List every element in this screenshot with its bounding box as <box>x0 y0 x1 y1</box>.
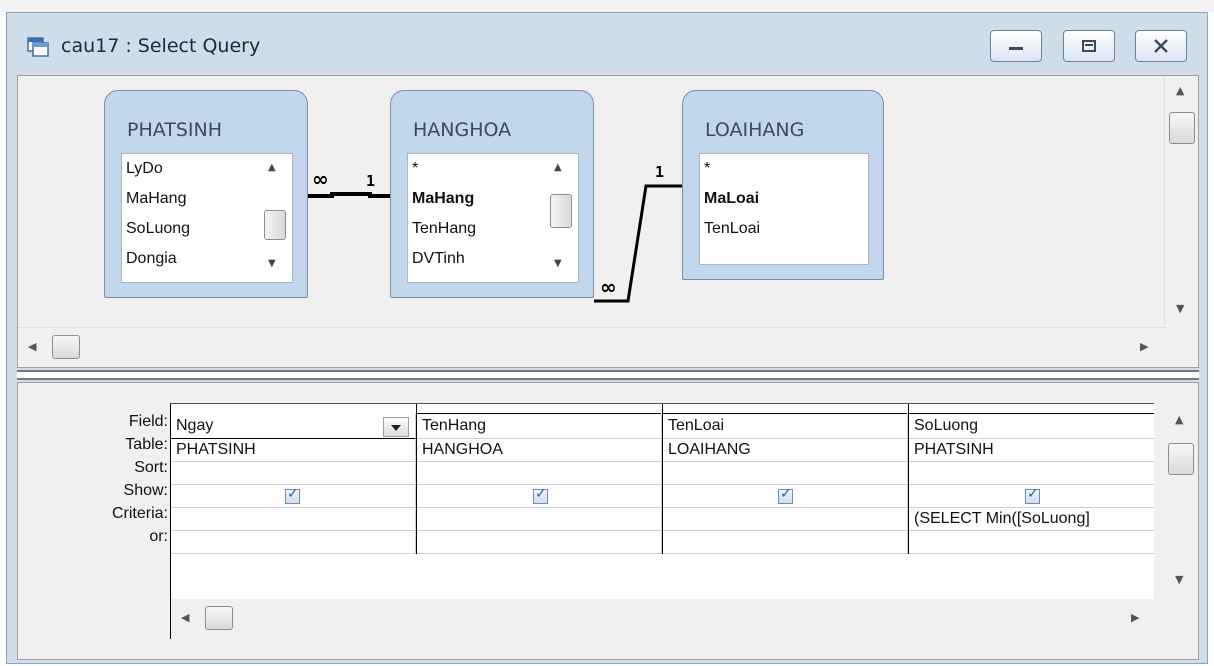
table-name-loaihang: LOAIHANG <box>705 119 805 141</box>
join-label-one-1: 1 <box>366 172 375 190</box>
join-label-many-1: ∞ <box>312 167 329 191</box>
field-cell[interactable]: Ngay <box>171 413 416 439</box>
grid-vertical-scrollbar[interactable]: ▲ ▼ <box>1164 403 1198 599</box>
design-vertical-scrollbar[interactable]: ▲ ▼ <box>1164 76 1198 326</box>
row-label-table: Table: <box>125 436 168 453</box>
query-grid-pane: Field: Table: Sort: Show: Criteria: or: … <box>17 382 1199 660</box>
show-checkbox[interactable] <box>778 486 793 504</box>
background-strip <box>0 0 1214 12</box>
scroll-up-icon[interactable]: ▲ <box>554 162 562 173</box>
or-cell[interactable] <box>171 531 416 554</box>
query-icon <box>27 37 49 57</box>
restore-icon <box>1082 40 1096 52</box>
show-checkbox[interactable] <box>285 486 300 504</box>
field-cell[interactable]: SoLuong <box>909 413 1154 439</box>
table-box-phatsinh[interactable]: PHATSINH LyDo MaHang SoLuong Dongia ▲ ▼ <box>104 90 308 298</box>
field-list-scrollbar[interactable]: ▲ ▼ <box>258 154 292 282</box>
chevron-down-icon <box>391 425 401 431</box>
show-checkbox[interactable] <box>533 486 548 504</box>
row-label-or: or: <box>149 528 168 545</box>
row-label-criteria: Criteria: <box>111 505 168 522</box>
scroll-thumb[interactable] <box>264 210 286 240</box>
scroll-down-icon[interactable]: ▼ <box>268 258 276 269</box>
table-name-phatsinh: PHATSINH <box>127 119 223 141</box>
scroll-down-icon[interactable]: ▼ <box>554 258 562 269</box>
field-item[interactable]: TenLoai <box>700 214 868 244</box>
scroll-thumb[interactable] <box>205 606 233 630</box>
close-button[interactable] <box>1135 30 1187 62</box>
table-box-loaihang[interactable]: LOAIHANG * MaLoai TenLoai <box>682 90 884 280</box>
minimize-icon <box>1009 47 1023 50</box>
window-title: cau17 : Select Query <box>61 35 261 57</box>
query-window: cau17 : Select Query ∞ 1 ∞ 1 PHATSINH Ly… <box>6 12 1208 664</box>
field-list-scrollbar[interactable]: ▲ ▼ <box>544 154 578 282</box>
show-checkbox[interactable] <box>1025 486 1040 504</box>
close-icon <box>1154 39 1168 53</box>
scroll-thumb[interactable] <box>1169 112 1195 144</box>
field-list-hanghoa: * MaHang TenHang DVTinh ▲ ▼ <box>407 153 579 283</box>
or-cell[interactable] <box>417 531 662 554</box>
join-line-phatsinh-hanghoa <box>308 192 390 198</box>
sort-cell[interactable] <box>171 462 416 485</box>
grid-empty-area <box>171 554 1154 599</box>
field-item[interactable]: * <box>700 154 868 184</box>
row-label-show: Show: <box>123 482 168 499</box>
criteria-cell[interactable] <box>663 508 908 531</box>
criteria-cell[interactable]: (SELECT Min([SoLuong] <box>909 508 1154 531</box>
criteria-cell[interactable] <box>171 508 416 531</box>
grid-horizontal-scrollbar[interactable]: ◀ ▶ <box>170 599 1154 639</box>
pane-splitter[interactable] <box>17 370 1199 380</box>
scroll-thumb[interactable] <box>550 194 572 228</box>
title-bar[interactable]: cau17 : Select Query <box>7 13 1207 75</box>
scroll-thumb[interactable] <box>52 335 80 359</box>
scroll-down-icon[interactable]: ▼ <box>1175 573 1183 586</box>
field-dropdown-button[interactable] <box>383 417 409 437</box>
table-cell[interactable]: HANGHOA <box>417 439 662 462</box>
design-grid: Ngay PHATSINH TenHang HANGHOA TenLoai LO… <box>170 403 1154 599</box>
sort-cell[interactable] <box>663 462 908 485</box>
sort-cell[interactable] <box>909 462 1154 485</box>
scroll-up-icon[interactable]: ▲ <box>1176 84 1184 97</box>
minimize-button[interactable] <box>990 30 1042 62</box>
criteria-cell[interactable] <box>417 508 662 531</box>
scroll-left-icon[interactable]: ◀ <box>28 340 36 353</box>
or-cell[interactable] <box>909 531 1154 554</box>
scroll-thumb[interactable] <box>1168 443 1194 475</box>
field-cell[interactable]: TenHang <box>417 413 662 439</box>
scroll-right-icon[interactable]: ▶ <box>1140 340 1148 353</box>
or-cell[interactable] <box>663 531 908 554</box>
restore-button[interactable] <box>1063 30 1115 62</box>
join-label-many-2: ∞ <box>600 275 617 299</box>
field-list-phatsinh: LyDo MaHang SoLuong Dongia ▲ ▼ <box>121 153 293 283</box>
field-item-primary-key[interactable]: MaLoai <box>700 184 868 214</box>
table-box-hanghoa[interactable]: HANGHOA * MaHang TenHang DVTinh ▲ ▼ <box>390 90 594 298</box>
field-cell[interactable]: TenLoai <box>663 413 908 439</box>
table-cell[interactable]: PHATSINH <box>171 439 416 462</box>
field-list-loaihang: * MaLoai TenLoai <box>699 153 869 265</box>
table-cell[interactable]: PHATSINH <box>909 439 1154 462</box>
scroll-down-icon[interactable]: ▼ <box>1176 302 1184 315</box>
join-label-one-2: 1 <box>655 163 664 181</box>
scroll-up-icon[interactable]: ▲ <box>1175 413 1183 426</box>
table-name-hanghoa: HANGHOA <box>413 119 512 141</box>
sort-cell[interactable] <box>417 462 662 485</box>
table-design-pane: ∞ 1 ∞ 1 PHATSINH LyDo MaHang SoLuong Don… <box>17 75 1199 368</box>
design-horizontal-scrollbar[interactable]: ◀ ▶ <box>18 327 1166 367</box>
table-cell[interactable]: LOAIHANG <box>663 439 908 462</box>
row-label-sort: Sort: <box>134 459 168 476</box>
row-label-field: Field: <box>128 413 168 430</box>
scroll-up-icon[interactable]: ▲ <box>268 162 276 173</box>
scroll-right-icon[interactable]: ▶ <box>1131 611 1139 624</box>
scroll-left-icon[interactable]: ◀ <box>181 611 189 624</box>
